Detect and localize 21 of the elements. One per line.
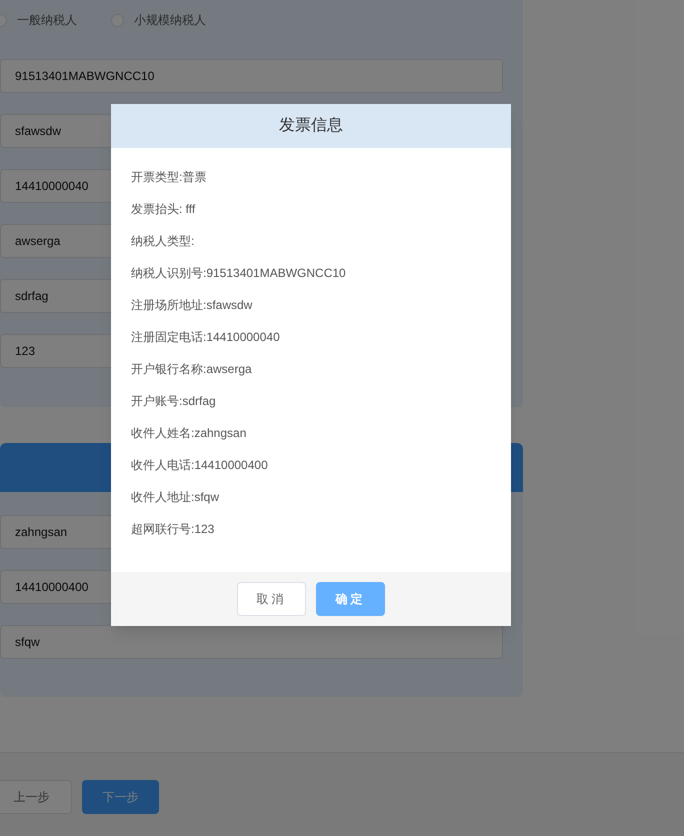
cancel-button[interactable]: 取消 xyxy=(237,582,306,616)
radio-label[interactable]: 小规模纳税人 xyxy=(134,11,206,29)
info-line: 开票类型:普票 xyxy=(131,169,208,186)
info-line: 收件人姓名:zahngsan xyxy=(131,425,248,442)
next-button[interactable]: 下一步 xyxy=(82,780,159,814)
text-field[interactable]: 91513401MABWGNCC10 xyxy=(0,59,503,93)
info-line: 注册固定电话:14410000040 xyxy=(131,329,281,346)
text-field[interactable]: sfqw xyxy=(0,625,503,659)
info-line: 开户银行名称:awserga xyxy=(131,361,253,378)
info-line: 发票抬头: fff xyxy=(131,201,196,218)
info-line: 纳税人识别号:91513401MABWGNCC10 xyxy=(131,265,347,282)
confirm-button[interactable]: 确定 xyxy=(316,582,385,616)
info-line: 纳税人类型: xyxy=(131,233,196,250)
info-line: 开户账号:sdrfag xyxy=(131,393,217,410)
previous-button[interactable]: 上一步 xyxy=(0,780,72,814)
radio-label[interactable]: 一般纳税人 xyxy=(17,11,77,29)
info-line: 注册场所地址:sfawsdw xyxy=(131,297,254,314)
info-line: 收件人地址:sfqw xyxy=(131,489,220,506)
info-line: 超网联行号:123 xyxy=(131,521,216,538)
dialog-title: 发票信息 xyxy=(279,116,343,136)
info-line: 收件人电话:14410000400 xyxy=(131,457,269,474)
